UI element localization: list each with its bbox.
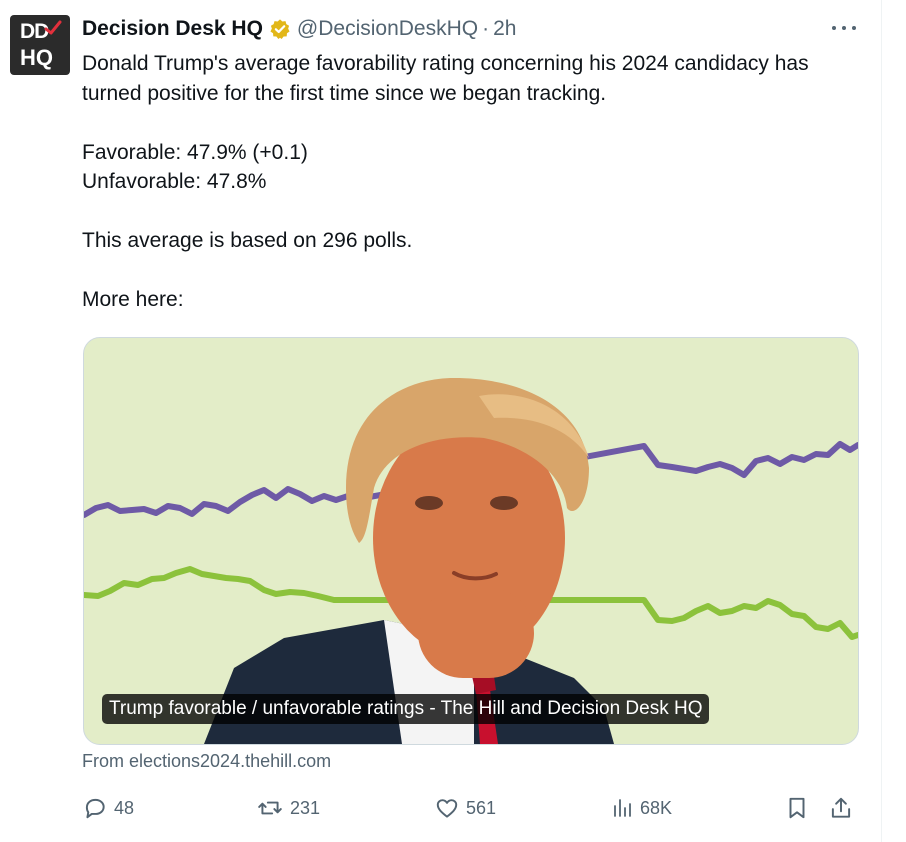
reply-icon (85, 798, 105, 819)
separator-dot: · (482, 17, 490, 40)
repost-icon (258, 801, 282, 815)
like-count: 561 (466, 797, 497, 818)
author-handle[interactable]: @DecisionDeskHQ (297, 17, 478, 41)
views-button[interactable]: 68K (610, 792, 672, 824)
share-icon (831, 797, 851, 818)
bookmark-button[interactable] (784, 792, 810, 824)
analytics-icon (614, 799, 631, 817)
tweet-text-line: Unfavorable: 47.8% (82, 170, 267, 193)
link-preview-card[interactable]: Trump favorable / unfavorable ratings - … (83, 337, 859, 745)
tweet-text-line: Favorable: 47.9% (+0.1) (82, 140, 308, 164)
share-button[interactable] (828, 792, 854, 824)
verified-badge-icon[interactable] (269, 18, 291, 40)
tweet-text-line: Donald Trump's average favorability rati… (82, 52, 809, 105)
tweet-text-line: This average is based on 296 polls. (82, 229, 413, 252)
tweet-text-line: More here: (82, 288, 184, 311)
tweet-header: Decision Desk HQ @DecisionDeskHQ · 2h (82, 16, 516, 42)
tweet-timestamp[interactable]: 2h (493, 17, 516, 41)
tweet-actions: 48 231 561 68K (80, 792, 860, 824)
like-button[interactable]: 561 (434, 792, 496, 824)
card-image (84, 378, 858, 744)
checkmark-icon (44, 20, 62, 35)
repost-button[interactable]: 231 (256, 792, 320, 824)
card-source-link[interactable]: From elections2024.thehill.com (82, 751, 331, 772)
tweet-text: Donald Trump's average favorability rati… (82, 49, 872, 315)
bookmark-icon (789, 797, 805, 819)
more-options-icon[interactable] (832, 18, 856, 38)
reply-count: 48 (114, 797, 135, 818)
reply-button[interactable]: 48 (82, 792, 134, 824)
repost-count: 231 (290, 797, 321, 818)
card-caption: Trump favorable / unfavorable ratings - … (102, 694, 710, 724)
heart-icon (436, 799, 458, 818)
timeline-border (881, 0, 882, 842)
view-count: 68K (640, 797, 673, 818)
author-name[interactable]: Decision Desk HQ (82, 17, 263, 41)
avatar-logo-bottom: HQ (20, 45, 53, 70)
portrait-illustration (204, 378, 614, 744)
avatar[interactable]: DD HQ (10, 15, 70, 75)
